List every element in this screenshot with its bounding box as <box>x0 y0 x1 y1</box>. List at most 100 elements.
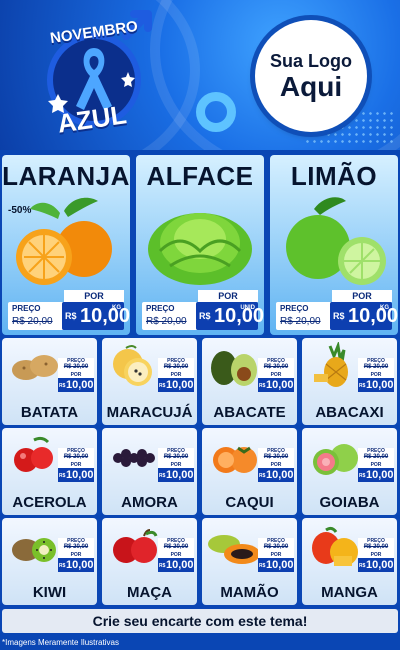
product-card[interactable]: PREÇO R$ 20,00 POR R$ 10,00 MANGA <box>302 518 397 605</box>
product-card[interactable]: PREÇO R$ 20,00 POR R$ 10,00 MAÇA <box>102 518 197 605</box>
price-tag: PREÇO R$ 20,00 POR R$ 10,00 <box>158 448 194 482</box>
product-name: MANGA <box>321 584 378 601</box>
por-label: POR <box>64 290 124 302</box>
old-price-box: PREÇO R$ 20,00 <box>58 448 94 462</box>
product-card[interactable]: PREÇO R$ 20,00 POR R$ 10,00 AMORA <box>102 428 197 515</box>
product-card[interactable]: PREÇO R$ 20,00 POR R$ 10,00 MARACUJÁ <box>102 338 197 425</box>
por-label: POR <box>198 290 258 302</box>
acerola-icon <box>4 432 64 478</box>
currency-symbol: R$ <box>59 473 66 479</box>
papaya-icon <box>204 522 264 568</box>
old-price: R$ 20,00 <box>363 454 389 460</box>
old-price: R$ 20,00 <box>263 544 289 550</box>
currency-symbol: R$ <box>59 563 66 569</box>
unit-label: UNID <box>240 305 255 311</box>
currency-symbol: R$ <box>159 563 166 569</box>
header-banner: NOVEMBRO AZUL Sua Logo Aqui <box>0 0 400 150</box>
old-price: R$ 20,00 <box>63 364 89 370</box>
new-price-box: R$ 10,00 KG <box>330 302 398 330</box>
old-price-label: PREÇO <box>12 304 41 313</box>
new-price-box: R$ 10,00 <box>258 378 294 392</box>
new-price-box: R$ 10,00 <box>158 378 194 392</box>
old-price-box: PREÇO R$ 20,00 <box>158 448 194 462</box>
new-price: 10,00 <box>166 559 194 571</box>
new-price-box: R$ 10,00 UNID <box>196 302 264 330</box>
price-tag: PREÇO R$ 20,00 POR R$ 10,00 <box>358 358 394 392</box>
old-price: R$ 20,00 <box>163 544 189 550</box>
new-price: 10,00 <box>366 559 394 571</box>
price-tag: PREÇO R$ 20,00 POR R$ 10,00 <box>358 538 394 572</box>
new-price: 10,00 <box>214 305 265 327</box>
price-tag: PREÇO R$ 20,00 POR R$ 10,00 <box>258 538 294 572</box>
price-tag: POR PREÇO R$ 20,00 R$ 10,00 KG <box>8 290 130 332</box>
new-price: 10,00 <box>166 469 194 481</box>
new-price: 10,00 <box>266 379 294 391</box>
decorative-ring <box>196 92 236 132</box>
currency-symbol: R$ <box>259 383 266 389</box>
disclaimer-text: *Imagens Meramente Ilustrativas <box>2 638 119 647</box>
price-tag: PREÇO R$ 20,00 POR R$ 10,00 <box>258 448 294 482</box>
currency-symbol: R$ <box>65 311 77 321</box>
old-price-box: PREÇO R$ 20,00 <box>8 302 64 330</box>
old-price-box: PREÇO R$ 20,00 <box>58 358 94 372</box>
product-card[interactable]: PREÇO R$ 20,00 POR R$ 10,00 BATATA <box>2 338 97 425</box>
price-tag: PREÇO R$ 20,00 POR R$ 10,00 <box>58 358 94 392</box>
currency-symbol: R$ <box>259 563 266 569</box>
potato-icon <box>4 342 64 388</box>
price-tag: PREÇO R$ 20,00 POR R$ 10,00 <box>258 358 294 392</box>
new-price-box: R$ 10,00 <box>58 378 94 392</box>
price-tag: PREÇO R$ 20,00 POR R$ 10,00 <box>158 538 194 572</box>
product-name: BATATA <box>20 404 79 421</box>
new-price: 10,00 <box>66 559 94 571</box>
old-price: R$ 20,00 <box>363 544 389 550</box>
currency-symbol: R$ <box>259 473 266 479</box>
new-price: 10,00 <box>266 559 294 571</box>
old-price-box: PREÇO R$ 20,00 <box>158 358 194 372</box>
cta-button[interactable]: Crie seu encarte com este tema! <box>2 609 398 633</box>
price-tag: POR PREÇO R$ 20,00 R$ 10,00 KG <box>276 290 398 332</box>
currency-symbol: R$ <box>359 383 366 389</box>
old-price: R$ 20,00 <box>63 454 89 460</box>
new-price-box: R$ 10,00 <box>258 468 294 482</box>
product-card[interactable]: PREÇO R$ 20,00 POR R$ 10,00 ABACATE <box>202 338 297 425</box>
old-price-box: PREÇO R$ 20,00 <box>358 538 394 552</box>
new-price-box: R$ 10,00 <box>258 558 294 572</box>
old-price: R$ 20,00 <box>63 544 89 550</box>
kiwi-icon <box>4 522 64 568</box>
product-name: MAMÃO <box>220 584 279 601</box>
price-tag: PREÇO R$ 20,00 POR R$ 10,00 <box>358 448 394 482</box>
lettuce-icon <box>140 191 260 291</box>
old-price-box: PREÇO R$ 20,00 <box>358 448 394 462</box>
product-card[interactable]: PREÇO R$ 20,00 POR R$ 10,00 KIWI <box>2 518 97 605</box>
product-card[interactable]: PREÇO R$ 20,00 POR R$ 10,00 CAQUI <box>202 428 297 515</box>
new-price: 10,00 <box>348 305 399 327</box>
product-card[interactable]: PREÇO R$ 20,00 POR R$ 10,00 GOIABA <box>302 428 397 515</box>
old-price-box: PREÇO R$ 20,00 <box>258 448 294 462</box>
discount-badge: -50% <box>8 205 32 216</box>
price-tag: POR PREÇO R$ 20,00 R$ 10,00 UNID <box>142 290 264 332</box>
product-card[interactable]: PREÇO R$ 20,00 POR R$ 10,00 ABACAXI <box>302 338 397 425</box>
old-price-box: PREÇO R$ 20,00 <box>142 302 198 330</box>
logo-text-line1: Sua Logo <box>270 50 352 71</box>
persimmon-icon <box>204 432 264 478</box>
logo-placeholder[interactable]: Sua Logo Aqui <box>255 20 367 132</box>
mango-icon <box>304 522 364 568</box>
new-price-box: R$ 10,00 <box>58 468 94 482</box>
new-price: 10,00 <box>80 305 131 327</box>
apple-icon <box>104 522 164 568</box>
currency-symbol: R$ <box>159 383 166 389</box>
new-price-box: R$ 10,00 <box>358 378 394 392</box>
old-price-label: PREÇO <box>280 304 309 313</box>
avocado-icon <box>204 342 264 388</box>
currency-symbol: R$ <box>59 383 66 389</box>
old-price: R$ 20,00 <box>263 454 289 460</box>
old-price-box: PREÇO R$ 20,00 <box>258 358 294 372</box>
old-price-box: PREÇO R$ 20,00 <box>276 302 332 330</box>
product-card[interactable]: PREÇO R$ 20,00 POR R$ 10,00 ACEROLA <box>2 428 97 515</box>
product-name: ABACATE <box>213 404 286 421</box>
product-card[interactable]: PREÇO R$ 20,00 POR R$ 10,00 MAMÃO <box>202 518 297 605</box>
currency-symbol: R$ <box>359 473 366 479</box>
guava-icon <box>304 432 364 478</box>
old-price-label: PREÇO <box>146 304 175 313</box>
old-price-box: PREÇO R$ 20,00 <box>258 538 294 552</box>
